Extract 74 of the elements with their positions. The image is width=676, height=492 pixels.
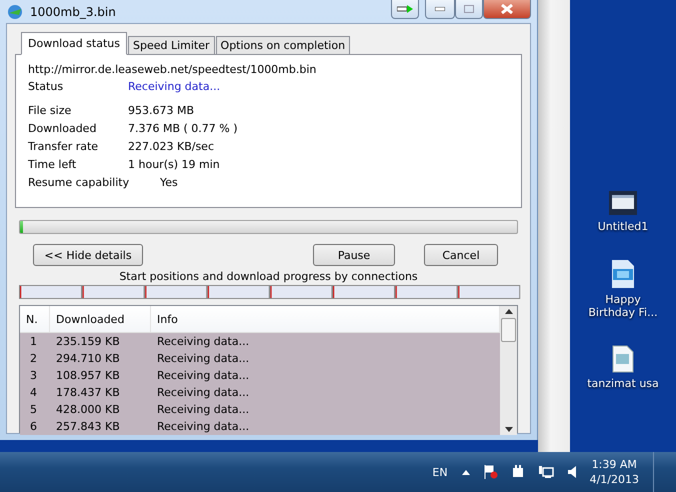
- flag-icon[interactable]: [484, 465, 498, 479]
- video-file-icon[interactable]: [608, 190, 638, 216]
- arrow-icon: [397, 5, 413, 13]
- detail-value: 1 hour(s) 19 min: [128, 158, 221, 170]
- download-url: http://mirror.de.leaseweb.net/speedtest/1000mb.bin: [28, 63, 318, 76]
- column-header[interactable]: Downloaded: [50, 306, 151, 332]
- table-cell-text: 1: [29, 335, 38, 348]
- table-cell-text: 108.957 KB: [55, 369, 121, 382]
- close-icon: [501, 4, 513, 14]
- power-plug-icon[interactable]: [512, 465, 524, 479]
- detail-value: 953.673 MB: [128, 104, 196, 116]
- scroll-down-icon[interactable]: [504, 427, 512, 432]
- maximize-button[interactable]: [455, 0, 483, 19]
- network-icon[interactable]: [538, 465, 554, 479]
- minimize-button[interactable]: [425, 0, 455, 19]
- detail-label: Resume capability: [28, 176, 130, 188]
- scroll-thumb[interactable]: [501, 318, 516, 342]
- table-cell-text: Receiving data...: [156, 386, 250, 399]
- table-cell-text: 235.159 KB: [55, 335, 121, 348]
- table-cell-text: 294.710 KB: [55, 352, 121, 365]
- arrow-button[interactable]: [391, 0, 419, 19]
- table-cell-text: 257.843 KB: [55, 420, 121, 433]
- scrollbar[interactable]: [500, 306, 517, 435]
- status-label: Status: [28, 80, 64, 92]
- globe-icon: [6, 4, 24, 20]
- column-header[interactable]: N.: [20, 306, 50, 332]
- clock-time[interactable]: 1:39 AM: [592, 458, 637, 471]
- table-cell-text: Receiving data...: [156, 352, 250, 365]
- detail-label: Transfer rate: [28, 140, 100, 152]
- status-value: Receiving data...: [128, 80, 222, 92]
- table-cell-text: 5: [29, 403, 38, 416]
- speaker-icon[interactable]: [568, 466, 576, 478]
- desktop-icon-label[interactable]: Happy Birthday Fi...: [583, 293, 663, 319]
- detail-label: Time left: [28, 158, 78, 170]
- table-cell-text: 178.437 KB: [55, 386, 121, 399]
- table-cell-text: Receiving data...: [156, 420, 250, 433]
- table-row[interactable]: 2 294.710 KB Receiving data...: [20, 350, 500, 367]
- show-hidden-icons-icon[interactable]: [462, 470, 470, 474]
- pause-button[interactable]: Pause: [313, 244, 395, 266]
- table-cell-text: 428.000 KB: [55, 403, 121, 416]
- detail-value: 227.023 KB/sec: [128, 140, 215, 152]
- table-cell-text: Receiving data...: [156, 403, 250, 416]
- detail-label: File size: [28, 104, 72, 116]
- table-row[interactable]: 1 235.159 KB Receiving data...: [20, 333, 500, 350]
- table-cell-text: Receiving data...: [156, 369, 250, 382]
- text-file-icon[interactable]: [611, 345, 635, 373]
- detail-value: Yes: [160, 176, 179, 188]
- desktop-icon-label[interactable]: Untitled1: [583, 220, 663, 233]
- table-cell-text: 2: [29, 352, 38, 365]
- table-cell-text: 3: [29, 369, 38, 382]
- hide-details-button[interactable]: << Hide details: [33, 244, 143, 266]
- table-row[interactable]: 5 428.000 KB Receiving data...: [20, 401, 500, 418]
- table-cell-text: Receiving data...: [156, 335, 250, 348]
- movie-file-icon[interactable]: [610, 259, 636, 289]
- connections-caption: Start positions and download progress by connections: [118, 270, 419, 283]
- detail-label: Downloaded: [28, 122, 98, 134]
- tab[interactable]: Download status: [21, 32, 127, 55]
- detail-value: 7.376 MB ( 0.77 % ): [128, 122, 239, 134]
- scroll-up-icon[interactable]: [504, 309, 512, 314]
- close-button[interactable]: [483, 0, 531, 19]
- tab[interactable]: Speed Limiter: [128, 36, 215, 55]
- table-cell-text: 6: [29, 420, 38, 433]
- maximize-icon: [464, 5, 474, 13]
- cancel-button[interactable]: Cancel: [424, 244, 498, 266]
- table-row[interactable]: 6 257.843 KB Receiving data...: [20, 418, 500, 435]
- window-title: 1000mb_3.bin: [30, 4, 116, 18]
- table-row[interactable]: 3 108.957 KB Receiving data...: [20, 367, 500, 384]
- table-cell-text: 4: [29, 386, 38, 399]
- tab[interactable]: Options on completion: [216, 36, 350, 55]
- minimize-icon: [435, 7, 445, 11]
- language-indicator[interactable]: EN: [432, 466, 448, 478]
- table-row[interactable]: 4 178.437 KB Receiving data...: [20, 384, 500, 401]
- clock-date[interactable]: 4/1/2013: [590, 473, 639, 486]
- desktop-icon-label[interactable]: tanzimat usa: [583, 377, 663, 390]
